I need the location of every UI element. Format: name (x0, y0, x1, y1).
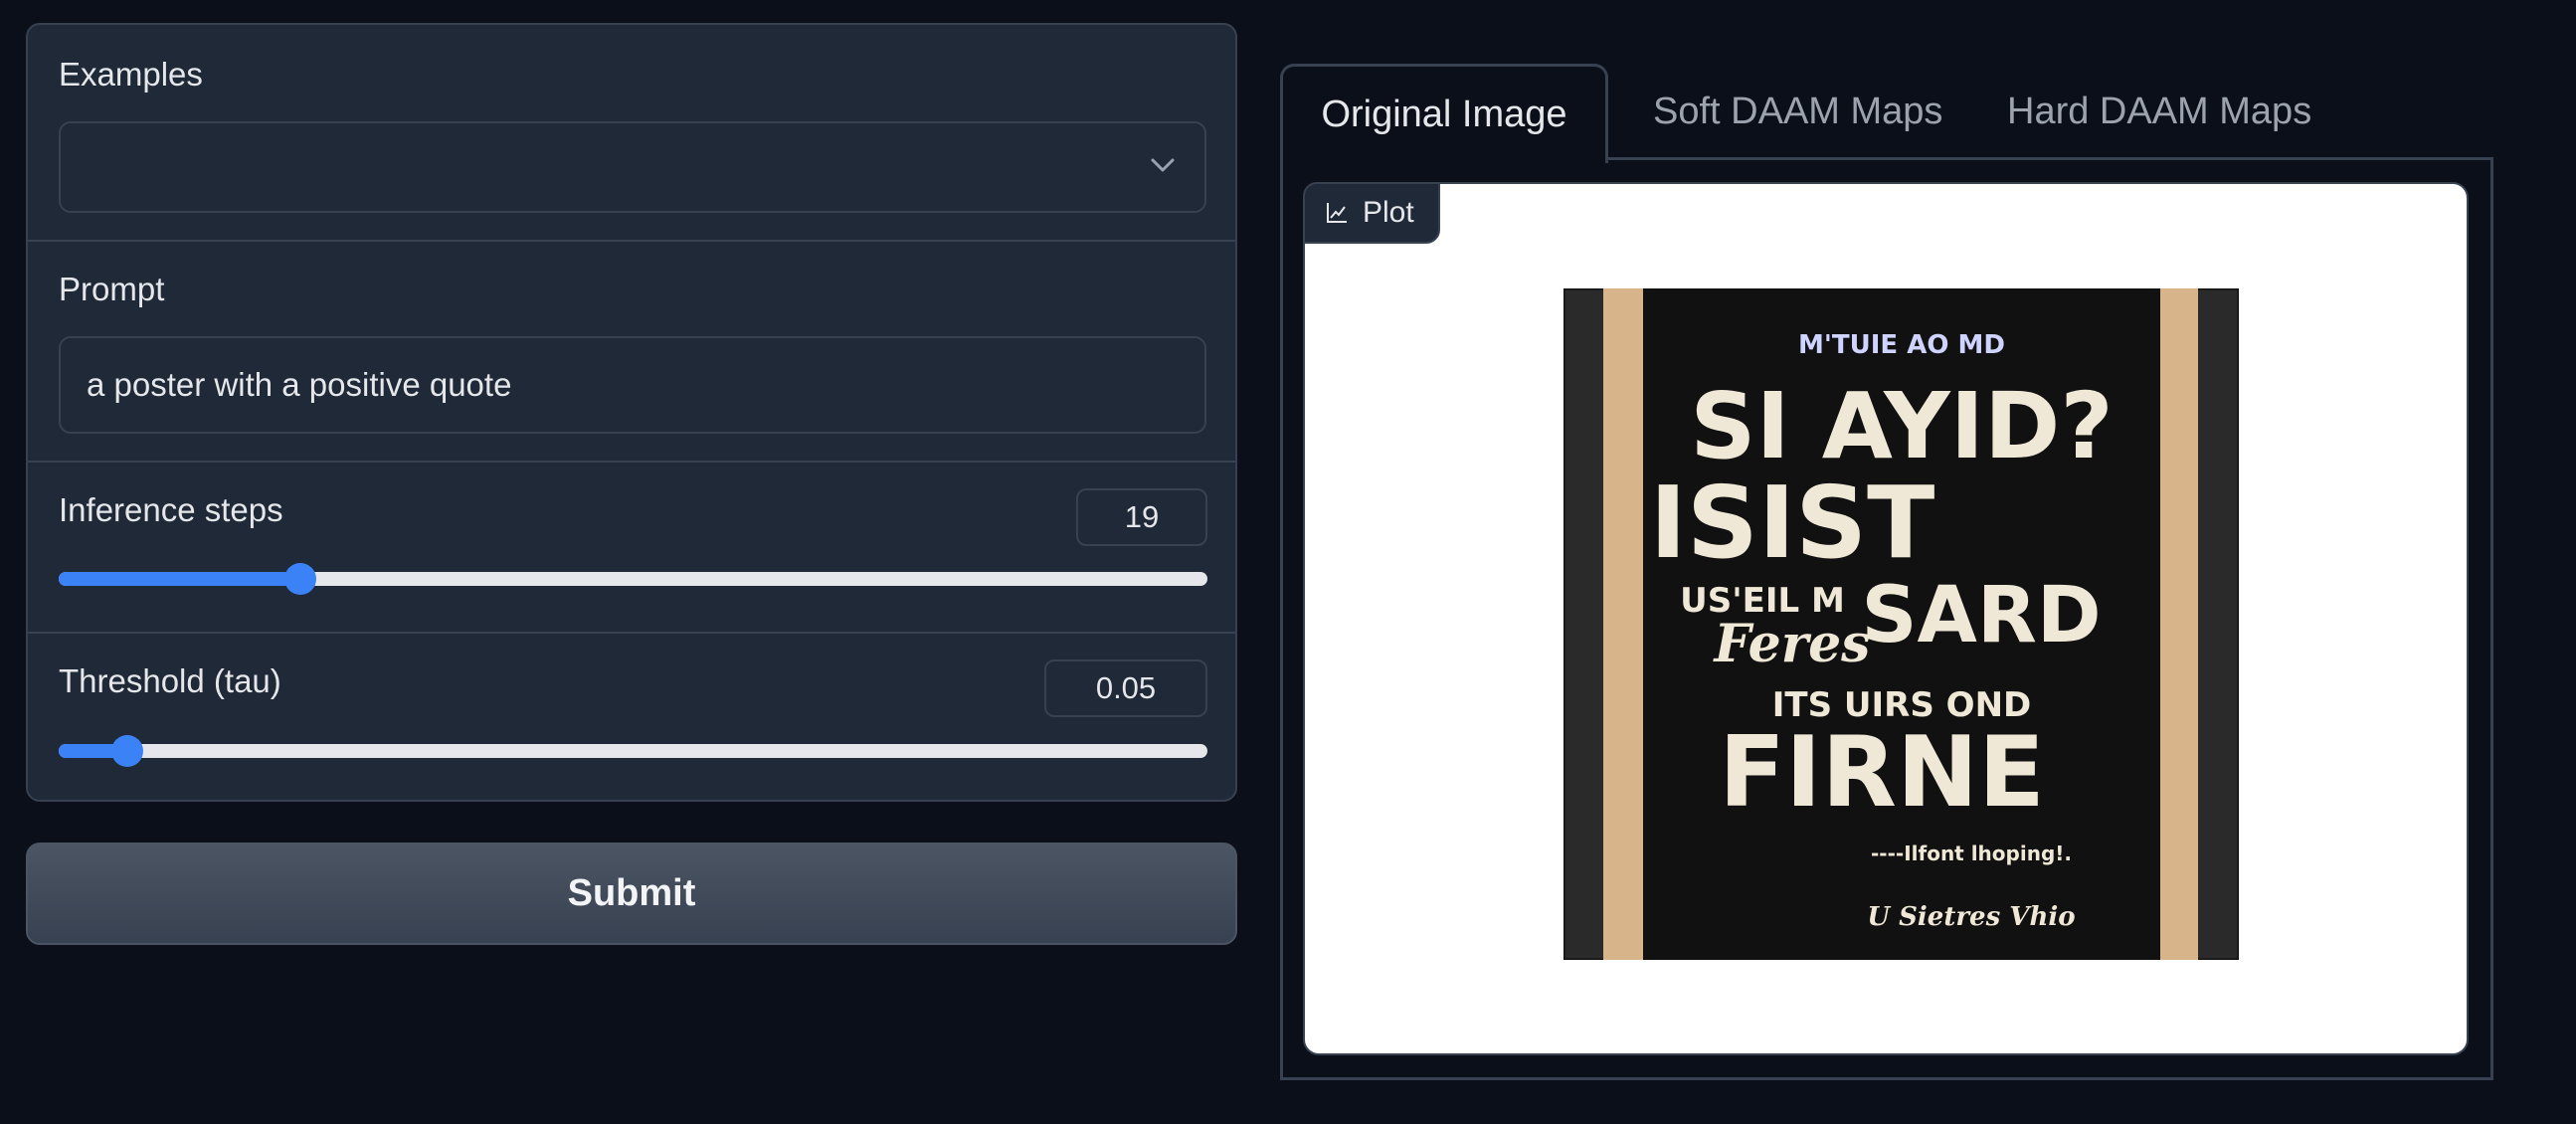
threshold-block: Threshold (tau) 0.05 (28, 632, 1235, 800)
poster-text-10: U Sietres Vhio (1867, 902, 2075, 932)
threshold-number[interactable]: 0.05 (1044, 659, 1207, 717)
plot-label-chip: Plot (1303, 182, 1440, 244)
chart-icon (1327, 203, 1347, 223)
poster-text-3: ISIST (1650, 465, 1935, 581)
inference-steps-slider[interactable] (59, 563, 1207, 595)
input-panel: Examples Prompt a poster with a positive… (26, 23, 1237, 802)
inference-steps-label: Inference steps (59, 491, 283, 528)
poster-text-8: FIRNE (1719, 716, 2045, 830)
threshold-slider-thumb[interactable] (111, 735, 144, 767)
poster-text-6: Feres (1713, 614, 1871, 674)
examples-label: Examples (59, 56, 203, 93)
poster-text-2: SI AYID? (1690, 373, 2114, 479)
inference-steps-slider-fill (59, 572, 300, 586)
tab-original-image[interactable]: Original Image (1280, 64, 1608, 163)
examples-dropdown[interactable] (59, 121, 1206, 213)
prompt-block: Prompt a poster with a positive quote (28, 240, 1235, 461)
submit-button[interactable]: Submit (26, 843, 1237, 945)
poster-text-5: SARD (1861, 571, 2101, 660)
poster-text-9: ----Ilfont lhoping!. (1871, 842, 2072, 865)
chevron-down-icon (1151, 158, 1175, 172)
inference-steps-slider-thumb[interactable] (283, 563, 316, 595)
inference-steps-block: Inference steps 19 (28, 461, 1235, 632)
plot-label: Plot (1363, 196, 1414, 229)
threshold-label: Threshold (tau) (59, 662, 281, 699)
prompt-label: Prompt (59, 271, 165, 307)
prompt-input[interactable]: a poster with a positive quote (59, 336, 1206, 434)
tab-soft-daam-maps[interactable]: Soft DAAM Maps (1611, 64, 1984, 160)
threshold-slider[interactable] (59, 735, 1207, 767)
tab-hard-daam-maps[interactable]: Hard DAAM Maps (1965, 64, 2353, 160)
generated-poster-image: M'TUIE AO MD SI AYID? ISIST US'EIL M SAR… (1564, 288, 2239, 960)
examples-block: Examples (28, 25, 1235, 240)
poster-text-1: M'TUIE AO MD (1798, 330, 2005, 360)
inference-steps-number[interactable]: 19 (1076, 488, 1207, 546)
